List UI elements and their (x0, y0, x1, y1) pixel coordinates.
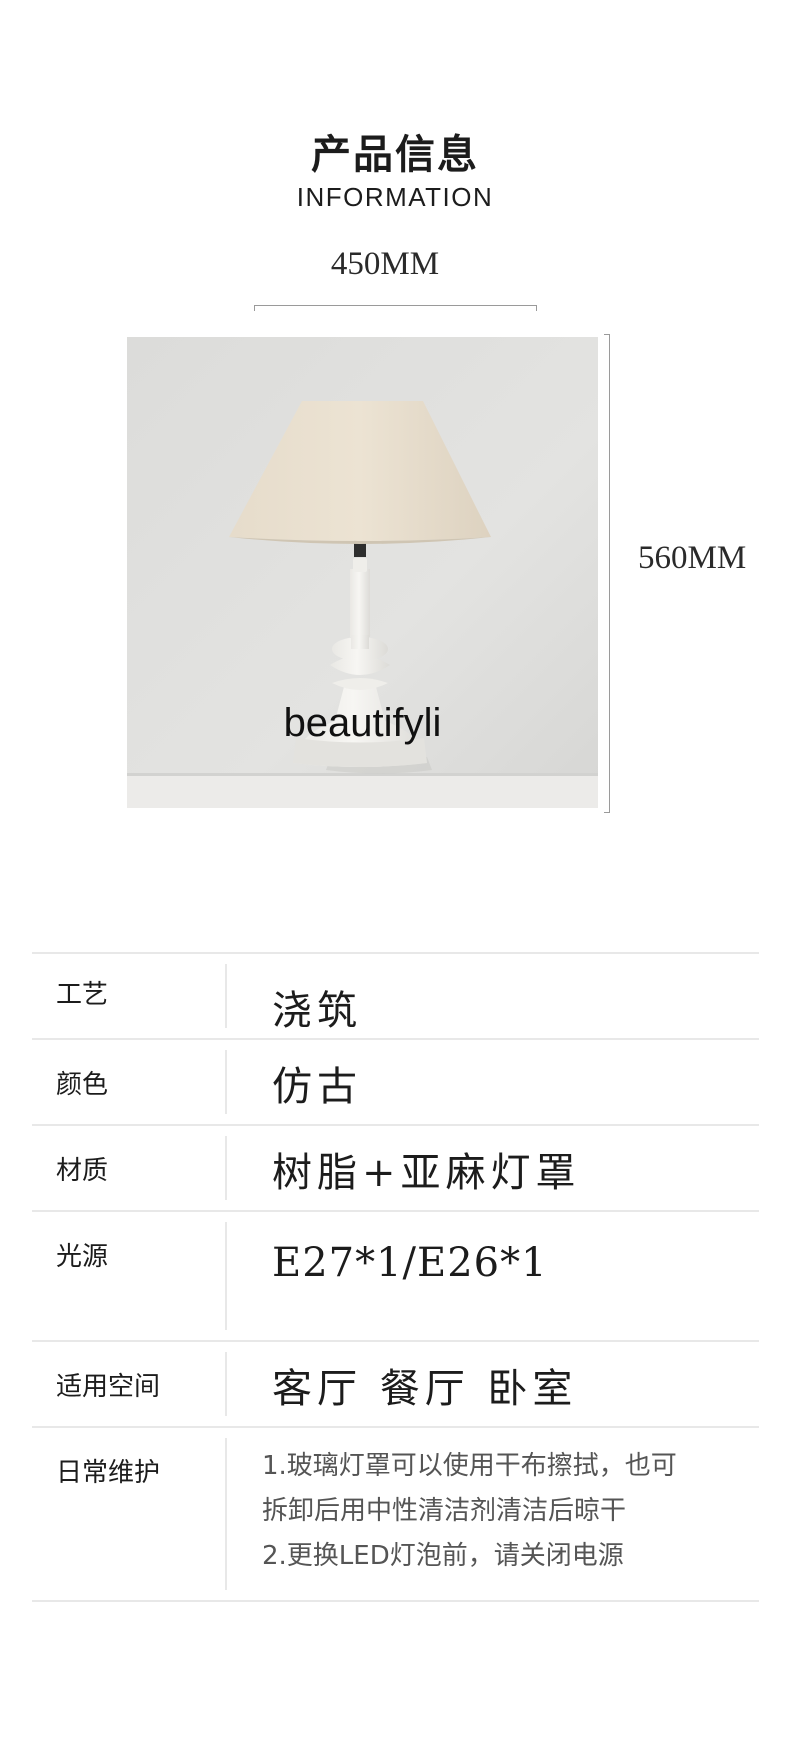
spec-value: 客厅 餐厅 卧室 (272, 1366, 578, 1412)
spec-label: 适用空间 (56, 1372, 161, 1402)
spec-value: 仿古 (272, 1064, 362, 1110)
height-dimension-line (604, 334, 610, 813)
spec-row-craft: 工艺 浇筑 (32, 952, 759, 1038)
spec-row-light-source: 光源 E27*1/E26*1 (32, 1210, 759, 1340)
width-dimension-label: 450MM (330, 246, 440, 282)
spec-value: 浇筑 (272, 988, 362, 1034)
maintenance-line: 拆卸后用中性清洁剂清洁后晾干 (262, 1496, 627, 1526)
page-title-cn: 产品信息 (311, 132, 479, 178)
maintenance-text: 1.玻璃灯罩可以使用干布擦拭，也可 拆卸后用中性清洁剂清洁后晾干 2.更换LED… (262, 1444, 677, 1579)
spec-row-maintenance: 日常维护 1.玻璃灯罩可以使用干布擦拭，也可 拆卸后用中性清洁剂清洁后晾干 2.… (32, 1426, 759, 1602)
spec-label: 日常维护 (56, 1458, 161, 1488)
page-title-en: INFORMATION (296, 182, 494, 212)
spec-row-material: 材质 树脂+亚麻灯罩 (32, 1124, 759, 1210)
spec-label: 材质 (56, 1156, 109, 1186)
maintenance-line: 1.玻璃灯罩可以使用干布擦拭，也可 (262, 1451, 677, 1481)
spec-row-space: 适用空间 客厅 餐厅 卧室 (32, 1340, 759, 1426)
spec-label: 光源 (56, 1242, 109, 1272)
spec-row-color: 颜色 仿古 (32, 1038, 759, 1124)
spec-table: 工艺 浇筑 颜色 仿古 材质 树脂+亚麻灯罩 光源 E27*1/E26*1 适用… (32, 952, 759, 1602)
height-dimension-label: 560MM (638, 540, 747, 576)
width-dimension-line (254, 305, 537, 311)
spec-label: 工艺 (56, 980, 109, 1010)
spec-value: E27*1/E26*1 (272, 1240, 548, 1286)
spec-value: 树脂+亚麻灯罩 (272, 1150, 581, 1196)
maintenance-line: 2.更换LED灯泡前，请关闭电源 (262, 1541, 624, 1571)
spec-label: 颜色 (56, 1070, 109, 1100)
product-photo: beautifyli (127, 337, 598, 808)
watermark-text: beautifyli (283, 701, 442, 745)
